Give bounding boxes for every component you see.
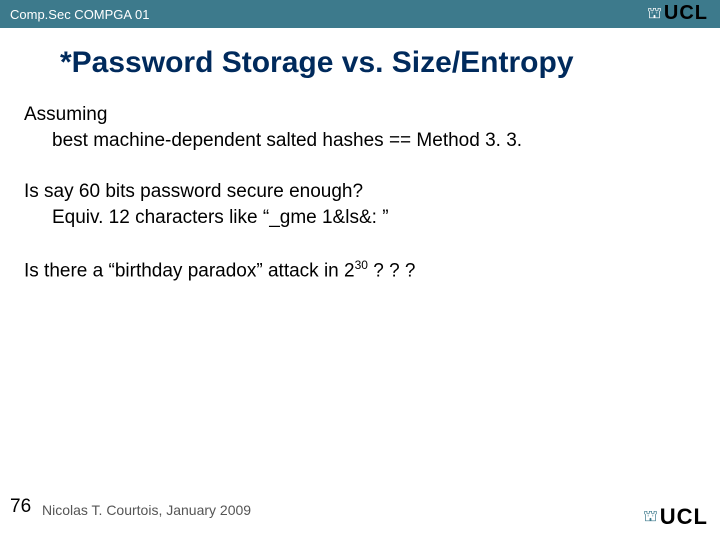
slide-body: Assuming best machine-dependent salted h…	[0, 80, 720, 284]
p2-line2: Equiv. 12 characters like “_gme 1&ls&: ”	[24, 205, 690, 231]
p3-text-b: birthday paradox	[115, 260, 257, 281]
ucl-logo-text: UCL	[664, 2, 708, 25]
p2-text-a: Equiv. 12 characters like	[52, 207, 263, 228]
p3-text-a: Is there a	[24, 260, 109, 281]
ucl-logo-top: ⛫ UCL	[647, 2, 708, 25]
ucl-logo-text: UCL	[660, 504, 708, 530]
slide-number: 76	[10, 496, 31, 518]
p1-line2: best machine-dependent salted hashes == …	[24, 128, 690, 154]
p3-text-d: ? ? ?	[368, 260, 416, 281]
exponent: 30	[355, 258, 368, 272]
dome-icon: ⛫	[643, 509, 658, 525]
dome-icon: ⛫	[647, 6, 662, 22]
paragraph-3: Is there a “birthday paradox” attack in …	[24, 257, 690, 284]
paragraph-1: Assuming best machine-dependent salted h…	[24, 102, 690, 153]
p2-text-b: _gme 1&ls&:	[269, 207, 382, 228]
ucl-logo-bottom: ⛫ UCL	[643, 504, 708, 530]
course-code: Comp.Sec COMPGA 01	[10, 7, 149, 22]
p3-text-c: attack in 2	[263, 260, 355, 281]
p1-line1: Assuming	[24, 102, 690, 128]
close-quote-icon: ”	[382, 207, 388, 228]
footer-author: Nicolas T. Courtois, January 2009	[42, 502, 251, 518]
p2-line1: Is say 60 bits password secure enough?	[24, 179, 690, 205]
slide-title: *Password Storage vs. Size/Entropy	[0, 28, 720, 80]
paragraph-2: Is say 60 bits password secure enough? E…	[24, 179, 690, 230]
header-bar: Comp.Sec COMPGA 01 ⛫ UCL	[0, 0, 720, 28]
